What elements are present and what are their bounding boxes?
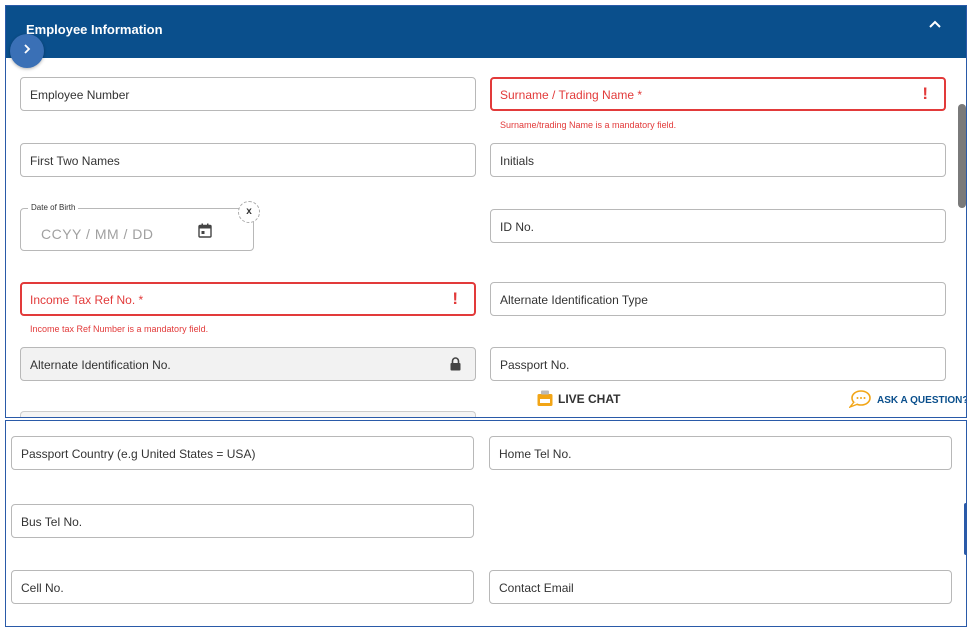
employee-information-panel: Employee Information Employee Number Sur… (5, 5, 967, 418)
id-no-label: ID No. (500, 220, 535, 234)
bus-tel-field[interactable]: Bus Tel No. (11, 504, 474, 538)
chevron-up-icon[interactable] (928, 18, 944, 32)
first-two-names-field[interactable]: First Two Names (20, 143, 476, 177)
employee-number-label: Employee Number (30, 88, 130, 102)
contact-email-label: Contact Email (499, 581, 574, 595)
error-icon: ! (452, 289, 458, 308)
income-tax-ref-error-message: Income tax Ref Number is a mandatory fie… (30, 324, 209, 334)
ask-question-label: ASK A QUESTION? (877, 395, 967, 406)
calendar-icon[interactable] (198, 223, 212, 238)
clear-date-button[interactable]: x (238, 201, 260, 223)
passport-no-label: Passport No. (500, 358, 570, 372)
income-tax-ref-label: Income Tax Ref No. * (30, 293, 144, 307)
section-header[interactable]: Employee Information (6, 6, 966, 58)
cell-no-field[interactable]: Cell No. (11, 570, 474, 604)
passport-country-label: Passport Country (e.g United States = US… (21, 447, 256, 461)
contact-information-panel: Passport Country (e.g United States = US… (5, 420, 967, 627)
speech-bubble-icon (847, 390, 871, 409)
date-of-birth-field[interactable]: Date of Birth CCYY / MM / DD (20, 203, 254, 251)
live-chat-button[interactable]: LIVE CHAT (537, 390, 620, 407)
cell-no-label: Cell No. (21, 581, 64, 595)
income-tax-ref-field[interactable]: Income Tax Ref No. * ! (20, 282, 476, 316)
support-bar: LIVE CHAT ASK A QUESTION? (6, 382, 966, 416)
passport-country-field[interactable]: Passport Country (e.g United States = US… (11, 436, 474, 470)
initials-field[interactable]: Initials (490, 143, 946, 177)
passport-no-field[interactable]: Passport No. (490, 347, 946, 381)
first-two-names-label: First Two Names (30, 154, 120, 168)
initials-label: Initials (500, 154, 535, 168)
section-title: Employee Information (26, 22, 163, 37)
chevron-right-icon (22, 41, 32, 57)
scrollbar-thumb-bottom[interactable] (964, 503, 966, 555)
live-chat-icon (537, 390, 553, 407)
alternate-id-type-label: Alternate Identification Type (500, 293, 648, 307)
ask-question-button[interactable]: ASK A QUESTION? (847, 390, 967, 409)
alternate-id-no-field: Alternate Identification No. (20, 347, 476, 381)
alternate-id-no-label: Alternate Identification No. (30, 358, 171, 372)
surname-error-message: Surname/trading Name is a mandatory fiel… (500, 120, 677, 130)
date-of-birth-placeholder: CCYY / MM / DD (41, 226, 154, 242)
surname-field[interactable]: Surname / Trading Name * ! (490, 77, 946, 111)
alternate-id-type-field[interactable]: Alternate Identification Type (490, 282, 946, 316)
bus-tel-label: Bus Tel No. (21, 515, 83, 529)
date-of-birth-legend: Date of Birth (28, 203, 79, 212)
employee-number-field[interactable]: Employee Number (20, 77, 476, 111)
lock-icon (449, 357, 462, 371)
home-tel-field[interactable]: Home Tel No. (489, 436, 952, 470)
surname-label: Surname / Trading Name * (500, 88, 643, 102)
sidebar-toggle-button[interactable] (10, 34, 44, 68)
home-tel-label: Home Tel No. (499, 447, 572, 461)
live-chat-label: LIVE CHAT (558, 392, 621, 406)
id-no-field[interactable]: ID No. (490, 209, 946, 243)
contact-email-field[interactable]: Contact Email (489, 570, 952, 604)
scrollbar-thumb[interactable] (958, 104, 966, 208)
error-icon: ! (922, 84, 928, 103)
